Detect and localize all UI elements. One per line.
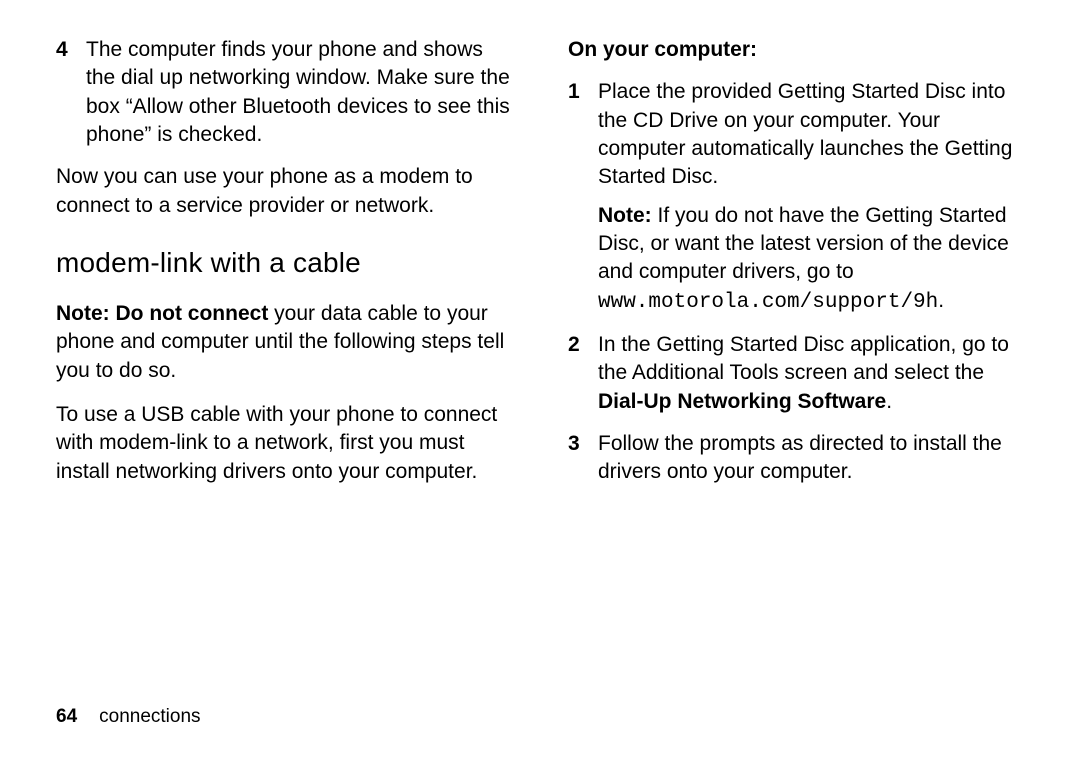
document-page: 4 The computer finds your phone and show… bbox=[0, 0, 1080, 764]
note-bold-prefix: Note: Do not connect bbox=[56, 302, 268, 325]
list-item: 1 Place the provided Getting Started Dis… bbox=[568, 78, 1024, 317]
step-number: 2 bbox=[568, 331, 598, 416]
page-footer: 64 connections bbox=[56, 706, 201, 728]
section-label: connections bbox=[99, 706, 200, 727]
step-body: Follow the prompts as directed to instal… bbox=[598, 430, 1024, 487]
period: . bbox=[938, 289, 944, 312]
step-number: 3 bbox=[568, 430, 598, 487]
step-number: 1 bbox=[568, 78, 598, 317]
step-body: Place the provided Getting Started Disc … bbox=[598, 78, 1024, 317]
list-item: 3 Follow the prompts as directed to inst… bbox=[568, 430, 1024, 487]
paragraph: To use a USB cable with your phone to co… bbox=[56, 401, 512, 486]
step-number: 4 bbox=[56, 36, 86, 149]
step-body: The computer finds your phone and shows … bbox=[86, 36, 512, 149]
left-column: 4 The computer finds your phone and show… bbox=[56, 36, 512, 502]
bold-term: Dial-Up Networking Software bbox=[598, 390, 886, 413]
note-text: If you do not have the Getting Started D… bbox=[598, 204, 1009, 284]
two-column-layout: 4 The computer finds your phone and show… bbox=[56, 36, 1024, 502]
page-number: 64 bbox=[56, 706, 77, 727]
sub-heading: On your computer: bbox=[568, 36, 1024, 64]
step-text-b: . bbox=[886, 390, 892, 413]
paragraph-note: Note: Do not connect your data cable to … bbox=[56, 300, 512, 385]
step-body: In the Getting Started Disc application,… bbox=[598, 331, 1024, 416]
list-item: 4 The computer finds your phone and show… bbox=[56, 36, 512, 149]
url-text: www.motorola.com/support/9h bbox=[598, 291, 938, 314]
step-text: Place the provided Getting Started Disc … bbox=[598, 78, 1024, 191]
note-label: Note: bbox=[598, 204, 652, 227]
step-note: Note: If you do not have the Getting Sta… bbox=[598, 202, 1024, 317]
list-item: 2 In the Getting Started Disc applicatio… bbox=[568, 331, 1024, 416]
section-heading: modem-link with a cable bbox=[56, 244, 512, 282]
step-text-a: In the Getting Started Disc application,… bbox=[598, 333, 1009, 384]
paragraph: Now you can use your phone as a modem to… bbox=[56, 163, 512, 220]
right-column: On your computer: 1 Place the provided G… bbox=[568, 36, 1024, 502]
